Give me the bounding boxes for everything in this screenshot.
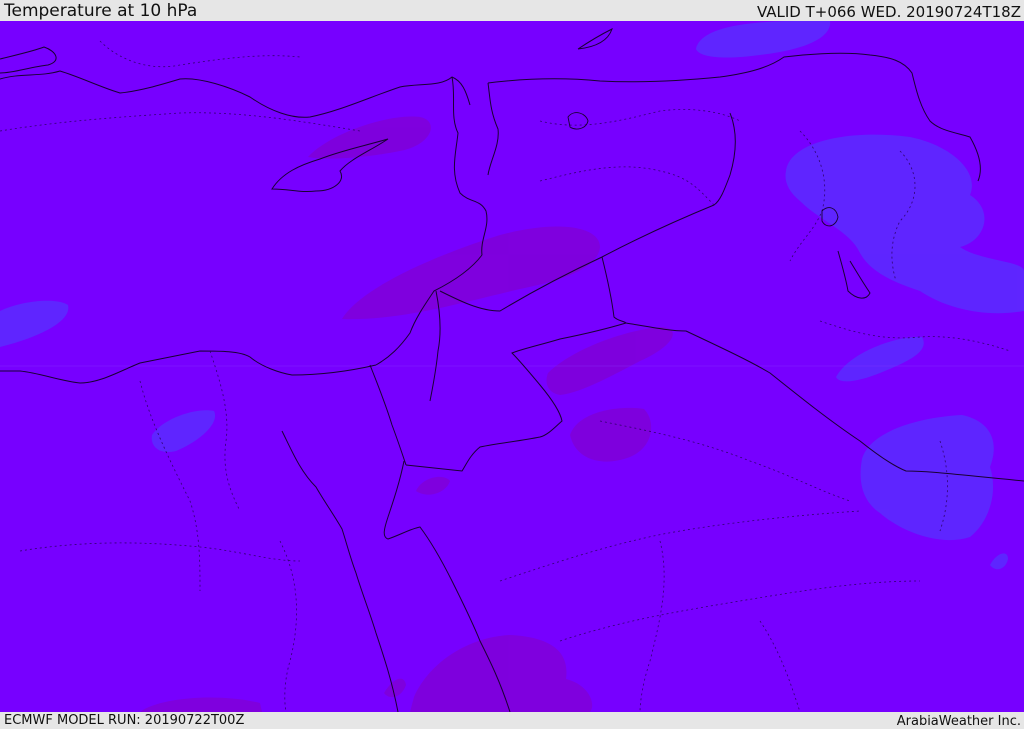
- weather-map[interactable]: [0, 21, 1024, 712]
- map-canvas: [0, 21, 1024, 712]
- credit: ArabiaWeather Inc.: [896, 714, 1021, 729]
- header-bar: Temperature at 10 hPa VALID T+066 WED. 2…: [0, 0, 1024, 21]
- footer-bar: ECMWF MODEL RUN: 20190722T00Z ArabiaWeat…: [0, 712, 1024, 729]
- valid-time: VALID T+066 WED. 20190724T18Z: [756, 3, 1021, 21]
- map-viewer: Temperature at 10 hPa VALID T+066 WED. 2…: [0, 0, 1024, 729]
- model-run: ECMWF MODEL RUN: 20190722T00Z: [4, 713, 245, 728]
- map-title: Temperature at 10 hPa: [4, 1, 198, 21]
